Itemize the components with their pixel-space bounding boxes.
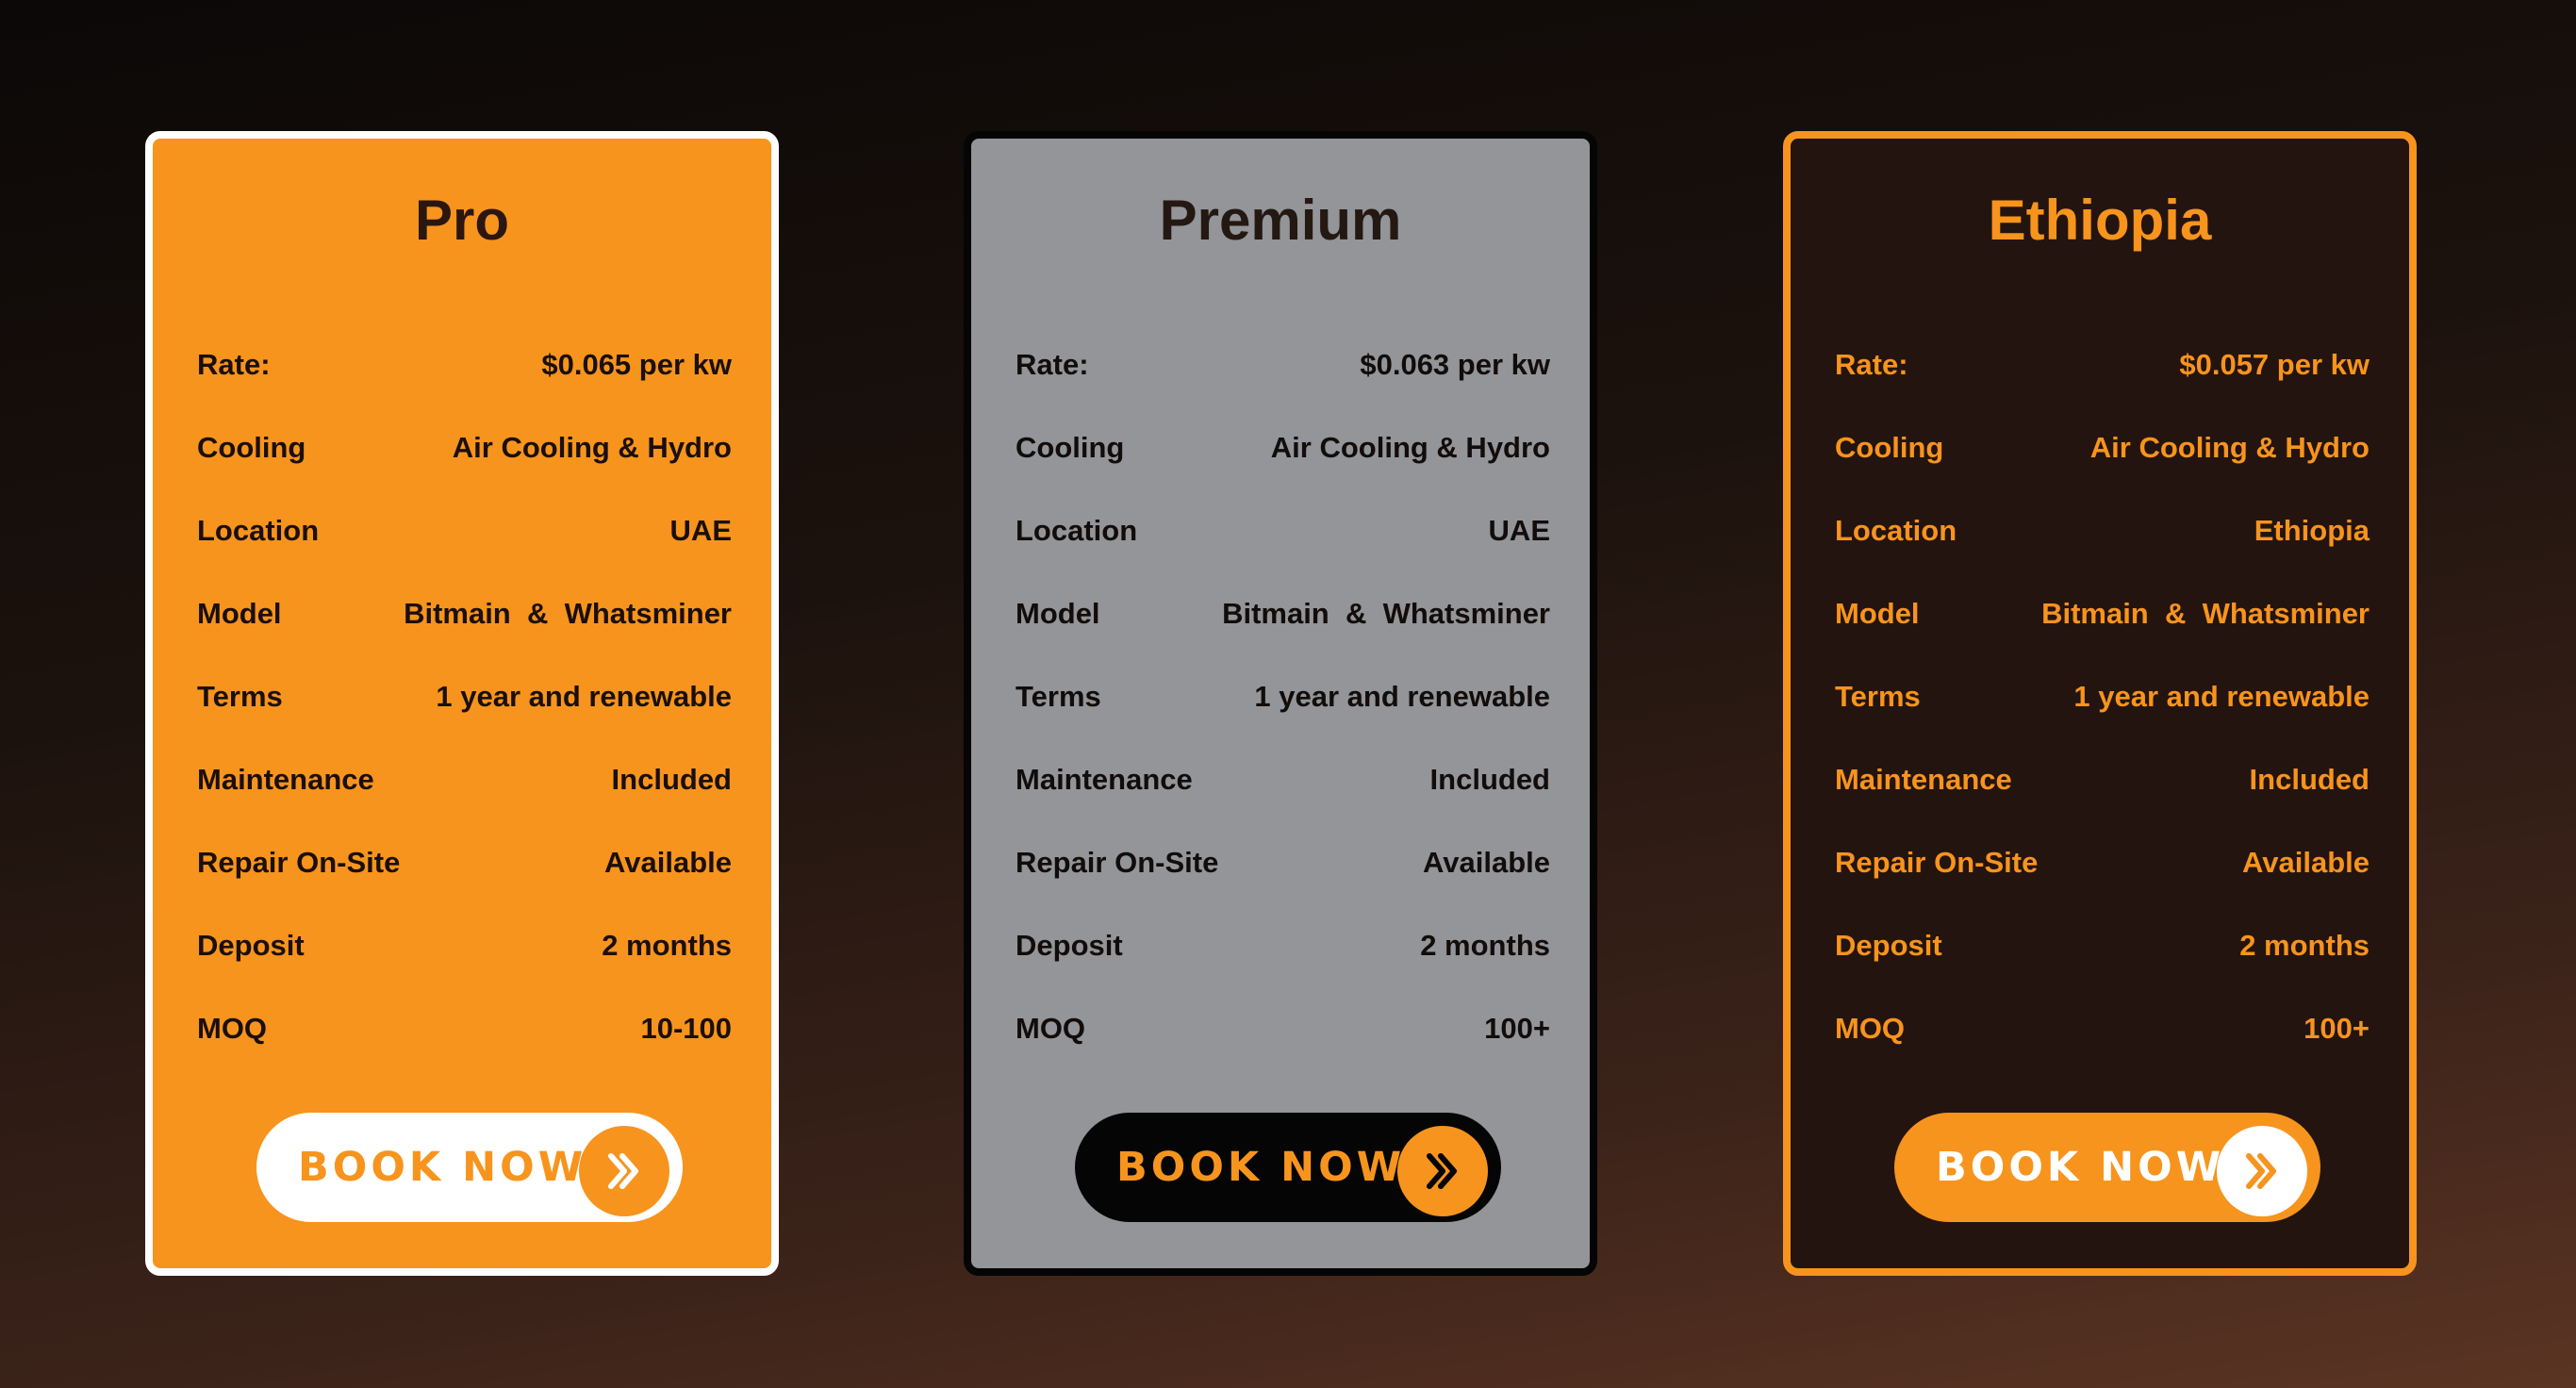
spec-value: Available [604, 846, 732, 879]
spec-label: Rate: [1016, 348, 1089, 381]
spec-value: Included [1429, 763, 1550, 796]
card-title: Premium [1159, 189, 1402, 252]
spec-label: MOQ [197, 1012, 268, 1045]
spec-value: 1 year and renewable [2073, 680, 2370, 713]
spec-label: Repair On-Site [197, 846, 401, 879]
spec-value: 1 year and renewable [436, 680, 732, 713]
spec-value: Included [2249, 763, 2370, 796]
spec-row-repair: Repair On-Site Available [1835, 821, 2370, 904]
spec-value: 100+ [2304, 1012, 2370, 1045]
spec-row-terms: Terms 1 year and renewable [197, 655, 732, 738]
spec-label: Maintenance [197, 763, 374, 796]
spec-value: Bitmain & Whatsminer [1222, 597, 1550, 630]
spec-value: Bitmain & Whatsminer [2041, 597, 2370, 630]
spec-row-moq: MOQ 100+ [1835, 987, 2370, 1070]
spec-label: Deposit [197, 929, 305, 962]
card-title: Ethiopia [1988, 189, 2212, 252]
spec-label: Maintenance [1835, 763, 2012, 796]
spec-value: Air Cooling & Hydro [2089, 431, 2370, 464]
spec-label: MOQ [1835, 1012, 1906, 1045]
spec-row-maintenance: Maintenance Included [1016, 738, 1550, 821]
spec-row-terms: Terms 1 year and renewable [1835, 655, 2370, 738]
card-title: Pro [414, 189, 510, 252]
spec-row-model: Model Bitmain & Whatsminer [1835, 572, 2370, 655]
spec-value: $0.063 per kw [1360, 348, 1550, 381]
spec-row-location: Location UAE [197, 489, 732, 572]
spec-row-location: Location UAE [1016, 489, 1550, 572]
spec-label: Cooling [197, 431, 306, 464]
spec-value: 100+ [1484, 1012, 1550, 1045]
double-chevron-right-icon [579, 1126, 669, 1216]
spec-value: 10-100 [640, 1012, 732, 1045]
spec-value: $0.057 per kw [2179, 348, 2370, 381]
spec-label: Terms [197, 680, 283, 713]
spec-row-cooling: Cooling Air Cooling & Hydro [1835, 406, 2370, 489]
spec-label: Location [1835, 514, 1957, 547]
spec-value: UAE [1488, 514, 1550, 547]
spec-row-terms: Terms 1 year and renewable [1016, 655, 1550, 738]
spec-label: Cooling [1016, 431, 1125, 464]
spec-label: Cooling [1835, 431, 1944, 464]
pricing-card-ethiopia: Ethiopia Rate: $0.057 per kw Cooling Air C… [1783, 131, 2417, 1276]
spec-row-maintenance: Maintenance Included [197, 738, 732, 821]
book-now-label: BOOK NOW [1116, 1144, 1406, 1191]
spec-label: Rate: [197, 348, 271, 381]
spec-label: Terms [1016, 680, 1101, 713]
spec-row-moq: MOQ 10-100 [197, 987, 732, 1070]
spec-label: Model [197, 597, 282, 630]
spec-value: 2 months [602, 929, 732, 962]
spec-list: Rate: $0.057 per kw Cooling Air Cooling & … [1835, 323, 2370, 1070]
book-now-label: BOOK NOW [298, 1144, 587, 1191]
spec-row-location: Location Ethiopia [1835, 489, 2370, 572]
spec-row-model: Model Bitmain & Whatsminer [197, 572, 732, 655]
spec-label: Deposit [1016, 929, 1123, 962]
spec-row-deposit: Deposit 2 months [1835, 904, 2370, 987]
spec-row-cooling: Cooling Air Cooling & Hydro [197, 406, 732, 489]
spec-row-moq: MOQ 100+ [1016, 987, 1550, 1070]
spec-label: Location [197, 514, 320, 547]
spec-list: Rate: $0.063 per kw Cooling Air Cooling & … [1016, 323, 1550, 1070]
spec-list: Rate: $0.065 per kw Cooling Air Cooling & … [197, 323, 732, 1070]
spec-label: Repair On-Site [1016, 846, 1219, 879]
spec-row-cooling: Cooling Air Cooling & Hydro [1016, 406, 1550, 489]
double-chevron-right-icon [2217, 1126, 2307, 1216]
spec-value: 2 months [2239, 929, 2370, 962]
book-now-button[interactable]: BOOK NOW [256, 1113, 683, 1222]
spec-row-deposit: Deposit 2 months [1016, 904, 1550, 987]
pricing-card-pro: Pro Rate: $0.065 per kw Cooling Air Coolin… [145, 131, 779, 1276]
spec-label: Maintenance [1016, 763, 1193, 796]
spec-value: Included [611, 763, 732, 796]
spec-label: Terms [1835, 680, 1921, 713]
spec-value: Air Cooling & Hydro [452, 431, 732, 464]
spec-row-repair: Repair On-Site Available [197, 821, 732, 904]
spec-row-repair: Repair On-Site Available [1016, 821, 1550, 904]
spec-row-rate: Rate: $0.057 per kw [1835, 323, 2370, 406]
spec-row-rate: Rate: $0.065 per kw [197, 323, 732, 406]
spec-label: Model [1016, 597, 1100, 630]
spec-value: Ethiopia [2254, 514, 2370, 547]
spec-label: Model [1835, 597, 1920, 630]
spec-label: Location [1016, 514, 1138, 547]
spec-label: MOQ [1016, 1012, 1086, 1045]
spec-label: Deposit [1835, 929, 1942, 962]
spec-label: Repair On-Site [1835, 846, 2039, 879]
spec-value: UAE [669, 514, 732, 547]
spec-row-rate: Rate: $0.063 per kw [1016, 323, 1550, 406]
spec-value: Air Cooling & Hydro [1270, 431, 1550, 464]
pricing-card-premium: Premium Rate: $0.063 per kw Cooling Air Co… [964, 131, 1597, 1276]
spec-row-model: Model Bitmain & Whatsminer [1016, 572, 1550, 655]
book-now-label: BOOK NOW [1936, 1144, 2225, 1191]
spec-value: Available [2242, 846, 2370, 879]
spec-value: 2 months [1420, 929, 1550, 962]
spec-value: 1 year and renewable [1254, 680, 1550, 713]
spec-row-deposit: Deposit 2 months [197, 904, 732, 987]
spec-label: Rate: [1835, 348, 1908, 381]
spec-value: $0.065 per kw [541, 348, 732, 381]
spec-row-maintenance: Maintenance Included [1835, 738, 2370, 821]
spec-value: Available [1423, 846, 1550, 879]
book-now-button[interactable]: BOOK NOW [1894, 1113, 2320, 1222]
book-now-button[interactable]: BOOK NOW [1075, 1113, 1501, 1222]
double-chevron-right-icon [1397, 1126, 1488, 1216]
spec-value: Bitmain & Whatsminer [404, 597, 732, 630]
